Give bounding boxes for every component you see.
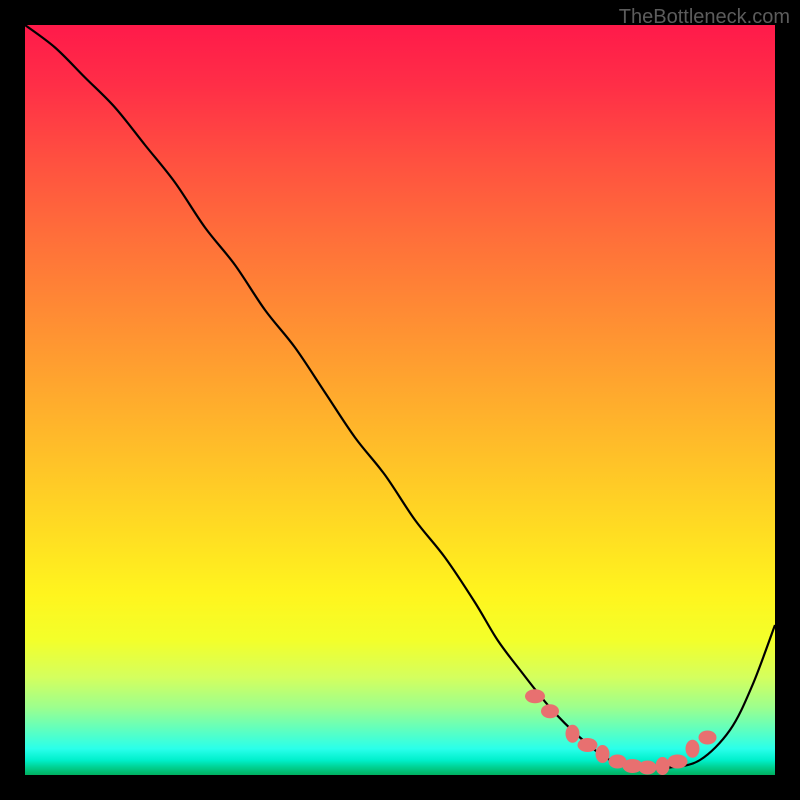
bottleneck-curve	[25, 25, 775, 768]
chart-svg	[25, 25, 775, 775]
highlight-dot	[525, 689, 545, 703]
highlight-dot	[596, 745, 610, 763]
highlight-dot	[656, 757, 670, 775]
optimal-region-markers	[525, 689, 717, 775]
highlight-dot	[699, 731, 717, 745]
highlight-dot	[668, 755, 688, 769]
highlight-dot	[639, 761, 657, 775]
highlight-dot	[578, 738, 598, 752]
watermark-text: TheBottleneck.com	[619, 6, 790, 29]
highlight-dot	[566, 725, 580, 743]
chart-plot-area	[25, 25, 775, 775]
highlight-dot	[541, 704, 559, 718]
highlight-dot	[686, 740, 700, 758]
